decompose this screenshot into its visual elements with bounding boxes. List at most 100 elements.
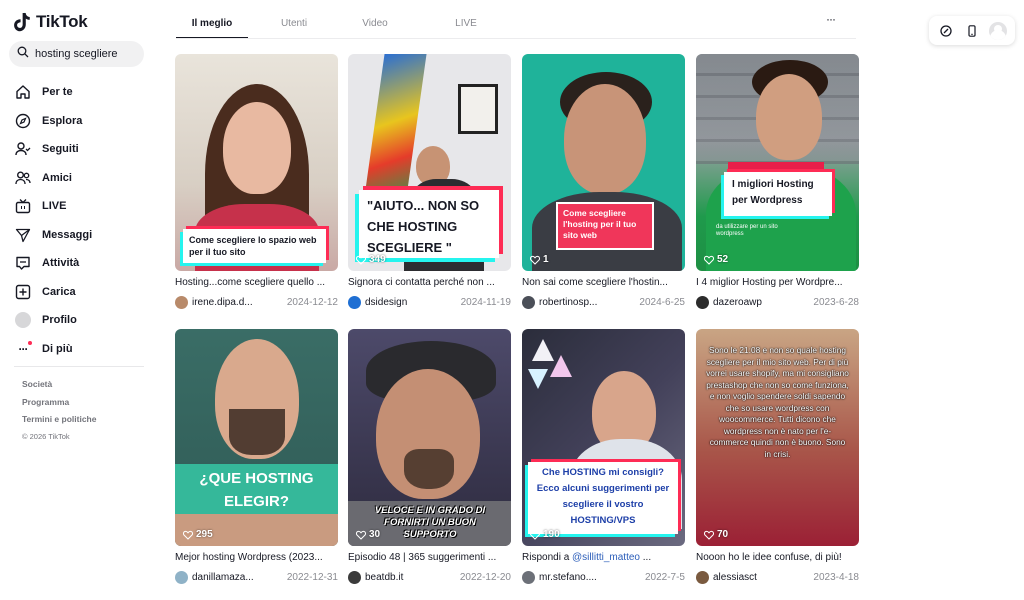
video-caption[interactable]: Non sai come scegliere l'hostin... [522, 277, 685, 289]
video-caption[interactable]: Rispondi a @sillitti_matteo ... [522, 552, 685, 564]
video-thumbnail[interactable]: VELOCE E IN GRADO DI FORNIRTI UN BUON SU… [348, 329, 511, 546]
nav-label: Per te [42, 86, 73, 99]
video-thumbnail[interactable]: ¿QUE HOSTING ELEGIR? 295 [175, 329, 338, 546]
video-thumbnail[interactable]: Che HOSTING mi consigli? Ecco alcuni sug… [522, 329, 685, 546]
video-date: 2024-11-19 [460, 296, 511, 308]
video-card: VELOCE E IN GRADO DI FORNIRTI UN BUON SU… [348, 329, 511, 584]
video-overlay-text: I migliori Hosting per Wordpress [724, 172, 832, 216]
video-overlay-text: "AIUTO... NON SO CHE HOSTING SCEGLIERE " [359, 190, 499, 258]
heart-icon [704, 530, 714, 540]
author-avatar[interactable] [348, 295, 361, 309]
nav-label: Profilo [42, 314, 77, 327]
video-date: 2022-12-20 [459, 571, 511, 583]
heart-icon [704, 255, 714, 265]
video-date: 2024-12-12 [286, 296, 338, 308]
video-caption[interactable]: Hosting...come scegliere quello ... [175, 277, 338, 289]
author-username[interactable]: dazeroawp [713, 297, 813, 308]
search-bar[interactable] [9, 41, 144, 67]
author-username[interactable]: alessiasct [713, 572, 813, 583]
footer-link-company[interactable]: Società [22, 378, 96, 396]
video-date: 2022-12-31 [286, 571, 338, 583]
search-input[interactable] [35, 48, 135, 60]
video-overlay-text: Sono le 21:08 e non so quale hosting sce… [706, 345, 849, 459]
author-username[interactable]: irene.dipa.d... [192, 297, 287, 308]
heart-icon [530, 255, 540, 265]
tab-video[interactable]: Video [340, 12, 410, 39]
video-thumbnail[interactable]: Sono le 21:08 e non so quale hosting sce… [696, 329, 859, 546]
video-meta: robertinosp... 2024-6-25 [522, 295, 685, 309]
video-thumbnail[interactable]: I migliori Hosting per Wordpress da util… [696, 54, 859, 271]
video-caption[interactable]: Signora ci contatta perché non ... [348, 277, 511, 289]
video-thumbnail[interactable]: Come scegliere lo spazio web per il tuo … [175, 54, 338, 271]
tiktok-logo[interactable]: TikTok [14, 12, 88, 32]
author-avatar[interactable] [175, 570, 188, 584]
video-card: Come scegliere l'hosting per il tuo sito… [522, 54, 685, 309]
video-meta: mr.stefano.... 2022-7-5 [522, 570, 685, 584]
author-username[interactable]: beatdb.it [365, 572, 460, 583]
nav-item-profilo[interactable]: Profilo [14, 306, 154, 335]
author-avatar[interactable] [696, 295, 709, 309]
video-date: 2023-6-28 [813, 296, 859, 308]
author-avatar[interactable] [522, 570, 535, 584]
home-icon [14, 83, 32, 101]
following-icon [14, 140, 32, 158]
video-caption[interactable]: Nooon ho le idee confuse, di più! [696, 552, 859, 564]
author-username[interactable]: dsidesign [365, 297, 461, 308]
nav-item-esplora[interactable]: Esplora [14, 107, 154, 136]
video-meta: dsidesign 2024-11-19 [348, 295, 511, 309]
nav-label: Attività [42, 257, 80, 270]
footer-link-program[interactable]: Programma [22, 396, 96, 414]
video-likes: 70 [704, 529, 728, 540]
caption-mention-link[interactable]: @sillitti_matteo [572, 552, 640, 563]
video-meta: irene.dipa.d... 2024-12-12 [175, 295, 338, 309]
video-meta: alessiasct 2023-4-18 [696, 570, 859, 584]
coin-icon[interactable] [937, 22, 955, 40]
phone-icon[interactable] [963, 22, 981, 40]
activity-icon [14, 254, 32, 272]
video-overlay-text: Come scegliere lo spazio web per il tuo … [183, 229, 326, 263]
tab-il-meglio[interactable]: Il meglio [176, 12, 248, 39]
nav-item-attivita[interactable]: Attività [14, 249, 154, 278]
search-icon[interactable] [17, 45, 29, 63]
video-meta: dazeroawp 2023-6-28 [696, 295, 859, 309]
brand-name: TikTok [36, 12, 88, 31]
sidebar-footer: Società Programma Termini e politiche © … [22, 378, 96, 448]
nav-item-live[interactable]: LIVE [14, 192, 154, 221]
video-card: I migliori Hosting per Wordpress da util… [696, 54, 859, 309]
author-username[interactable]: danillamaza... [192, 572, 287, 583]
video-caption[interactable]: Episodio 48 | 365 suggerimenti ... [348, 552, 511, 564]
user-avatar[interactable] [989, 21, 1007, 40]
video-caption[interactable]: Mejor hosting Wordpress (2023... [175, 552, 338, 564]
tabs-underline [176, 38, 856, 39]
sidebar-divider [14, 366, 144, 367]
nav-label: Esplora [42, 114, 83, 127]
nav-item-messaggi[interactable]: Messaggi [14, 221, 154, 250]
nav-item-amici[interactable]: Amici [14, 164, 154, 193]
friends-icon [14, 169, 32, 187]
compass-icon [14, 112, 32, 130]
video-overlay-text: Che HOSTING mi consigli? Ecco alcuni sug… [528, 462, 678, 534]
sidebar: TikTok Per te Esplora Seguiti Amici LIVE [0, 0, 160, 600]
author-username[interactable]: robertinosp... [539, 297, 639, 308]
video-thumbnail[interactable]: "AIUTO... NON SO CHE HOSTING SCEGLIERE "… [348, 54, 511, 271]
video-card: Sono le 21:08 e non so quale hosting sce… [696, 329, 859, 584]
tab-utenti[interactable]: Utenti [248, 12, 340, 39]
video-thumbnail[interactable]: Come scegliere l'hosting per il tuo sito… [522, 54, 685, 271]
upload-icon [14, 283, 32, 301]
video-overlay-text: ¿QUE HOSTING ELEGIR? [175, 464, 338, 514]
nav-item-seguiti[interactable]: Seguiti [14, 135, 154, 164]
author-avatar[interactable] [175, 295, 188, 309]
footer-link-terms[interactable]: Termini e politiche [22, 413, 96, 431]
nav-item-carica[interactable]: Carica [14, 278, 154, 307]
author-avatar[interactable] [522, 295, 535, 309]
video-caption[interactable]: I 4 miglior Hosting per Wordpre... [696, 277, 859, 289]
nav-item-per-te[interactable]: Per te [14, 78, 154, 107]
more-options-icon[interactable]: ··· [826, 12, 836, 26]
nav-label: Carica [42, 285, 76, 298]
nav-item-di-piu[interactable]: ··· Di più [14, 335, 154, 364]
author-username[interactable]: mr.stefano.... [539, 572, 645, 583]
video-card: Che HOSTING mi consigli? Ecco alcuni sug… [522, 329, 685, 584]
tab-live[interactable]: LIVE [410, 12, 522, 39]
author-avatar[interactable] [348, 570, 361, 584]
author-avatar[interactable] [696, 570, 709, 584]
